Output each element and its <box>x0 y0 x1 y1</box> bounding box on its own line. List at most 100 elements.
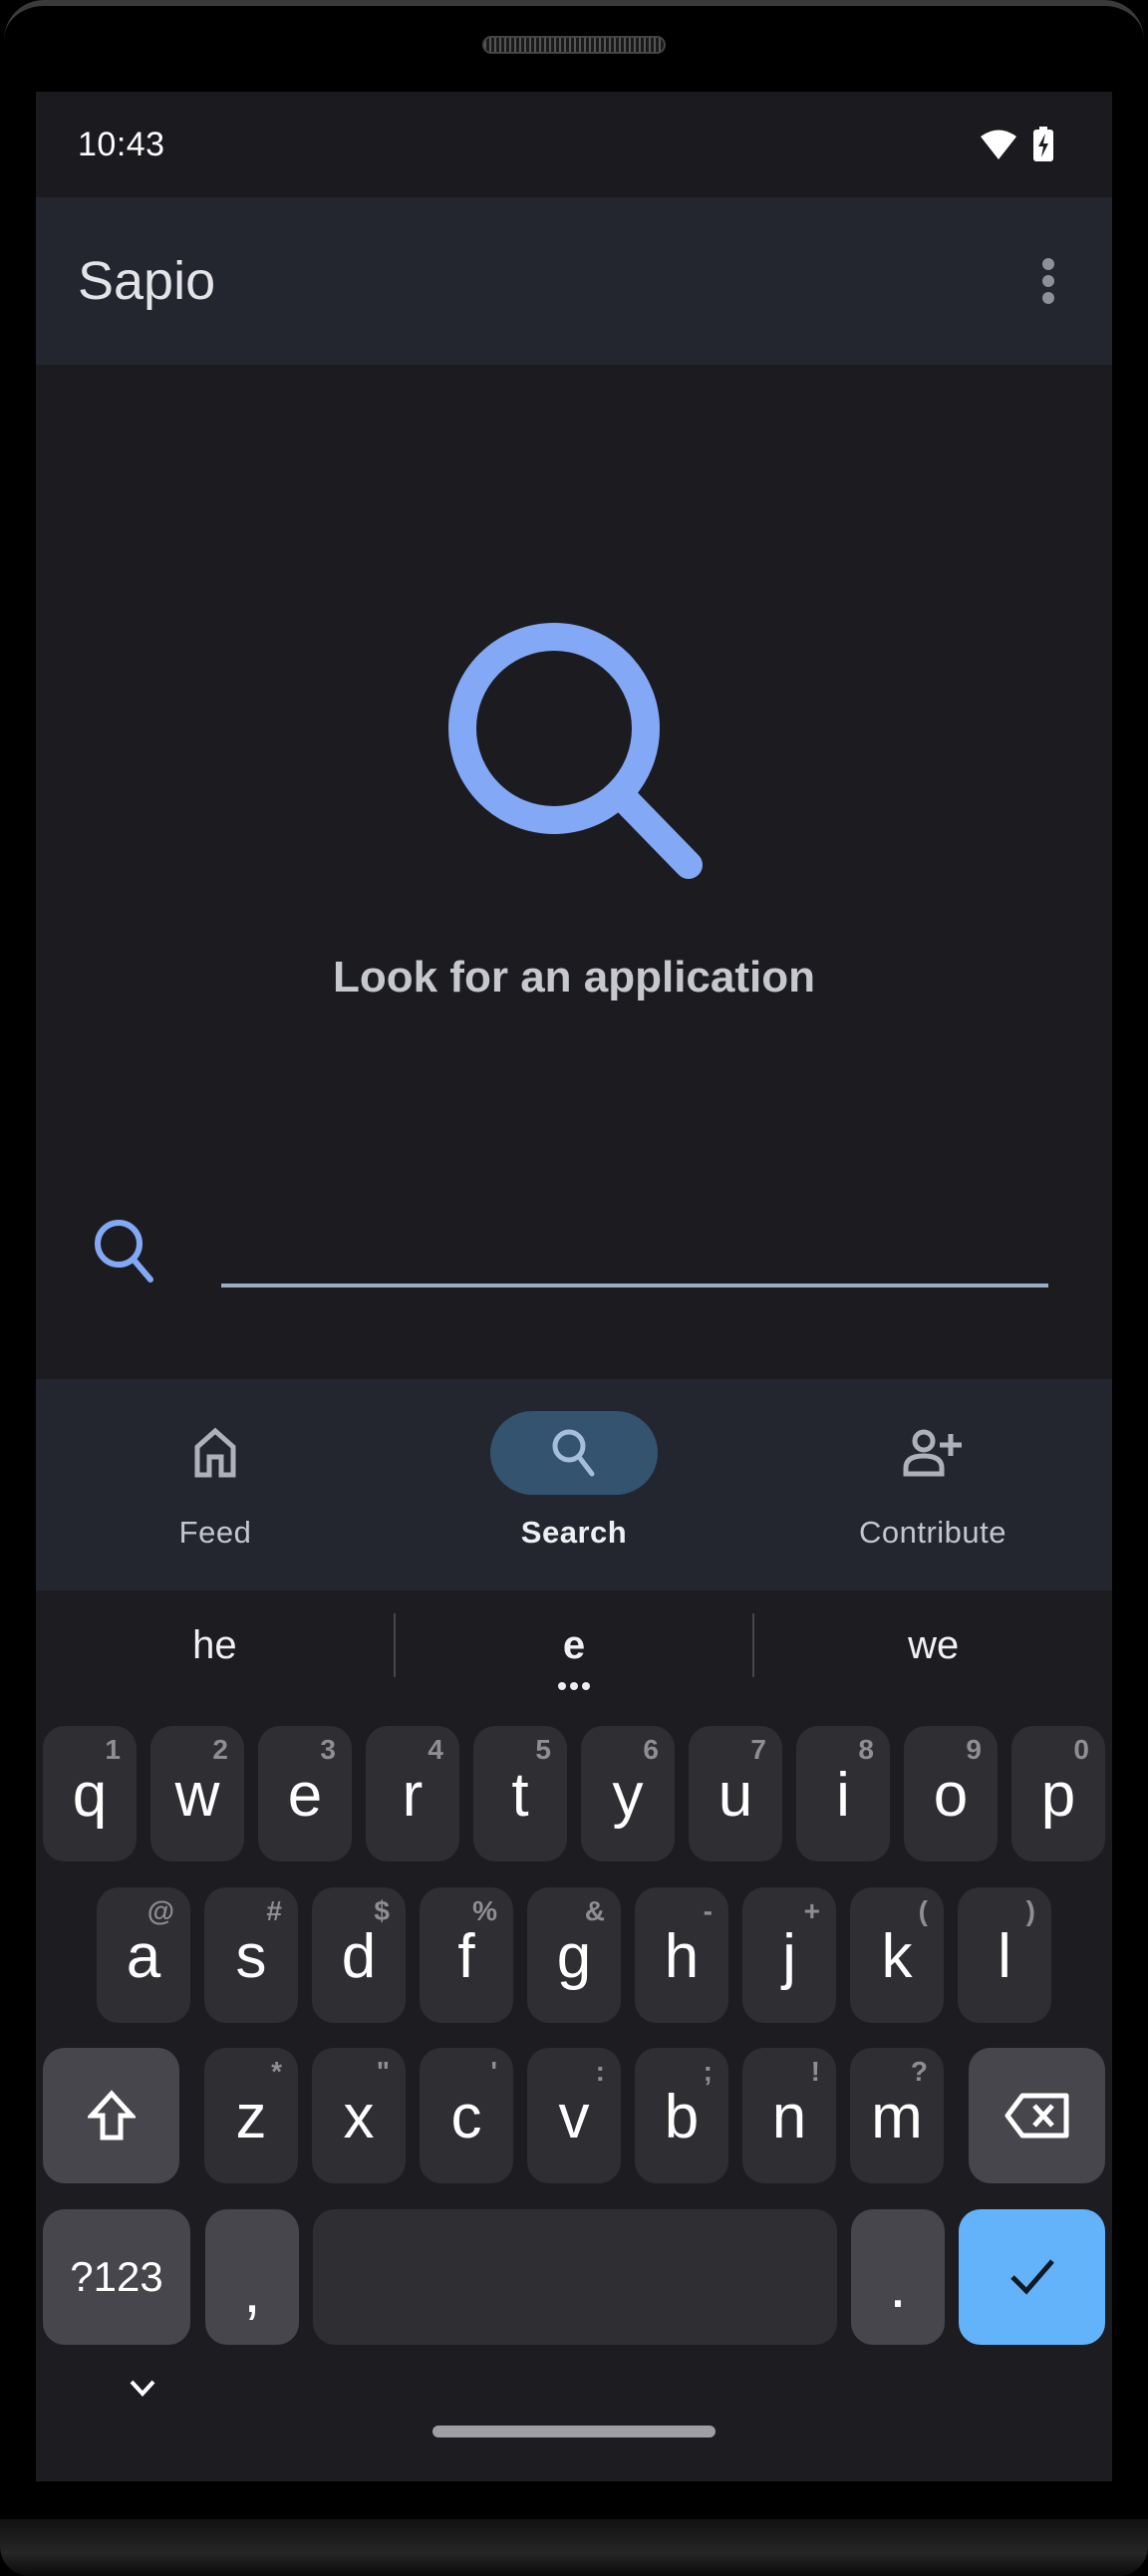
status-time: 10:43 <box>78 125 165 163</box>
key-n[interactable]: ! n <box>742 2048 836 2183</box>
key-hint: 3 <box>320 1734 336 1765</box>
search-input[interactable] <box>221 1222 1048 1288</box>
key-row-1: 1q2w3e4r5t6y7u8i9o0p <box>36 1726 1112 1861</box>
key-label: z <box>235 2083 267 2151</box>
keyboard-nav-area <box>36 2354 1112 2481</box>
backspace-key[interactable] <box>969 2048 1105 2183</box>
key-o[interactable]: 9o <box>904 1726 998 1861</box>
soft-keyboard: he e we 1q2w3e4r5t6y7u8i9o0p @ a # s $ d% f & g -… <box>36 1590 1112 2481</box>
key-k[interactable]: (k <box>850 1887 944 2023</box>
symbols-key[interactable]: ?123 <box>43 2209 190 2345</box>
device-frame: 10:43 Sapio Look for an application Feed… <box>0 0 1148 2576</box>
device-top-edge <box>4 0 1144 40</box>
key-a[interactable]: @ a <box>97 1887 190 2023</box>
key-m[interactable]: ? m <box>850 2048 944 2183</box>
key-p[interactable]: 0p <box>1011 1726 1105 1861</box>
key-x[interactable]: " x <box>312 2048 406 2183</box>
enter-key[interactable] <box>959 2209 1105 2345</box>
key-t[interactable]: 5t <box>473 1726 567 1861</box>
suggestion-text: e <box>562 1622 586 1667</box>
key-row-2: @ a # s $ d% f & g - h + j(k) l <box>36 1887 1112 2023</box>
search-page-content: Look for an application <box>36 365 1112 1379</box>
shift-key[interactable] <box>43 2048 179 2183</box>
key-w[interactable]: 2w <box>150 1726 244 1861</box>
key-hint: ; <box>703 2056 713 2087</box>
key-hint: ( <box>918 1895 928 1926</box>
key-label: k <box>881 1922 913 1991</box>
key-i[interactable]: 8i <box>796 1726 890 1861</box>
key-hint: : <box>595 2056 605 2087</box>
key-label: p <box>1040 1761 1076 1830</box>
person-add-icon <box>903 1429 962 1477</box>
key-y[interactable]: 6y <box>581 1726 675 1861</box>
symbols-key-label: ?123 <box>70 2253 163 2300</box>
key-v[interactable]: :v <box>527 2048 621 2183</box>
key-z[interactable]: * z <box>204 2048 298 2183</box>
nav-item-search[interactable]: Search <box>395 1379 753 1590</box>
period-key-label: . <box>889 2252 907 2321</box>
key-hint: # <box>266 1895 282 1926</box>
nav-label: Search <box>520 1515 628 1550</box>
comma-key[interactable]: , <box>205 2209 299 2345</box>
more-options-button[interactable] <box>1024 249 1072 313</box>
nav-item-contribute[interactable]: Contribute <box>753 1379 1112 1590</box>
nav-item-feed[interactable]: Feed <box>36 1379 395 1590</box>
key-l[interactable]: ) l <box>958 1887 1051 2023</box>
space-key[interactable] <box>313 2209 837 2345</box>
key-label: x <box>343 2083 375 2151</box>
chevron-down-icon[interactable] <box>118 2364 167 2414</box>
key-label: e <box>287 1761 323 1830</box>
key-hint: 8 <box>858 1734 874 1765</box>
key-label: r <box>402 1761 424 1830</box>
key-label: u <box>718 1761 753 1830</box>
suggestion-text: he <box>192 1622 237 1667</box>
suggestion-primary[interactable]: e <box>396 1590 753 1700</box>
search-icon <box>95 1220 153 1283</box>
gesture-navigation-bar[interactable] <box>432 2426 716 2437</box>
more-vert-icon <box>1042 258 1054 270</box>
key-s[interactable]: # s <box>204 1887 298 2023</box>
key-label: l <box>998 1922 1011 1991</box>
status-icons <box>979 127 1054 162</box>
earpiece-speaker <box>482 36 666 54</box>
key-h[interactable]: -h <box>635 1887 728 2023</box>
key-hint: ! <box>810 2056 820 2087</box>
app-title: Sapio <box>78 251 216 311</box>
suggestion-strip: he e we <box>36 1590 1112 1700</box>
period-key[interactable]: . <box>851 2209 945 2345</box>
key-hint: 2 <box>212 1734 228 1765</box>
suggestion[interactable]: he <box>36 1590 394 1700</box>
key-label: j <box>782 1922 796 1991</box>
key-label: i <box>836 1761 850 1830</box>
key-c[interactable]: ' c <box>420 2048 513 2183</box>
key-u[interactable]: 7u <box>689 1726 782 1861</box>
key-d[interactable]: $ d <box>312 1887 406 2023</box>
key-q[interactable]: 1q <box>43 1726 137 1861</box>
key-hint: - <box>703 1895 713 1926</box>
more-vert-icon-dot <box>1042 292 1054 304</box>
backspace-icon <box>1004 2093 1068 2139</box>
key-b[interactable]: ; b <box>635 2048 728 2183</box>
key-label: m <box>871 2083 923 2151</box>
key-g[interactable]: & g <box>527 1887 621 2023</box>
home-icon <box>194 1427 236 1478</box>
more-vert-icon-dot <box>1042 275 1054 287</box>
search-icon <box>552 1429 595 1477</box>
key-j[interactable]: + j <box>742 1887 836 2023</box>
bottom-navigation: Feed Search Contribute <box>36 1379 1112 1590</box>
key-label: q <box>72 1761 108 1830</box>
key-hint: ' <box>490 2056 497 2087</box>
key-label: h <box>664 1922 700 1991</box>
key-r[interactable]: 4r <box>366 1726 459 1861</box>
suggestion[interactable]: we <box>754 1590 1112 1700</box>
key-label: d <box>341 1922 377 1991</box>
key-hint: 1 <box>105 1734 121 1765</box>
key-hint: + <box>803 1895 820 1926</box>
key-hint: " <box>376 2056 390 2087</box>
key-f[interactable]: % f <box>420 1887 513 2023</box>
nav-indicator <box>132 1411 299 1495</box>
key-e[interactable]: 3e <box>258 1726 352 1861</box>
key-label: y <box>612 1761 644 1830</box>
key-label: c <box>450 2083 482 2151</box>
more-suggestions-dots <box>558 1682 590 1690</box>
